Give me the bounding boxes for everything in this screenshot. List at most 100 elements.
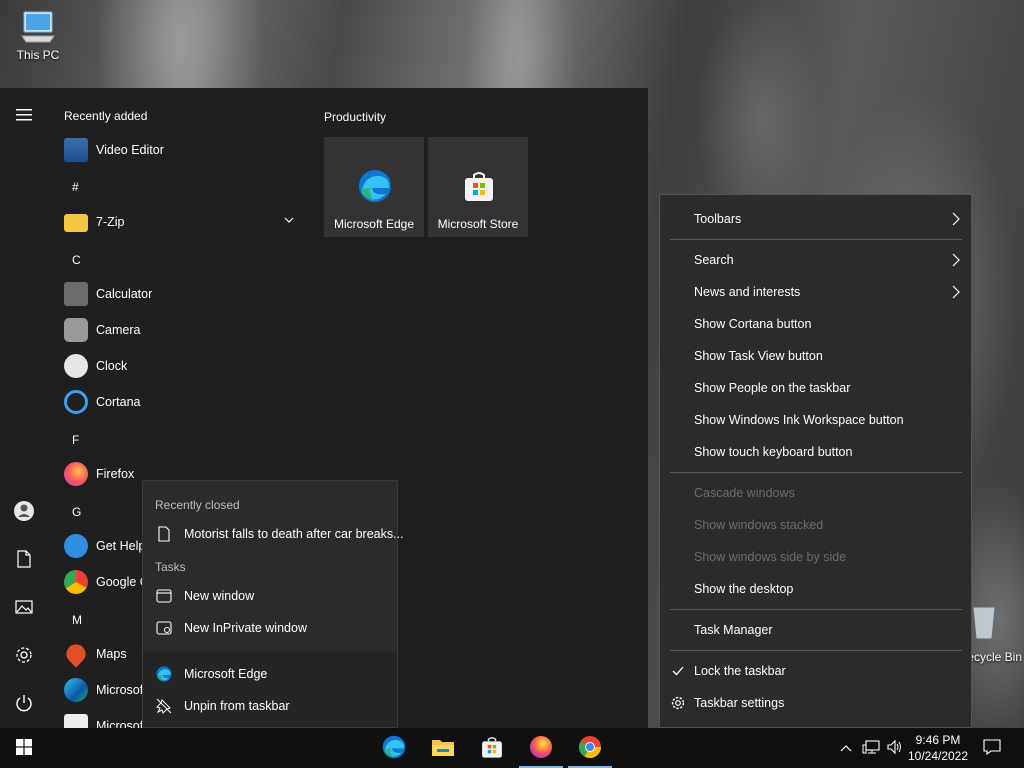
menu-label: Show Task View button	[694, 349, 823, 363]
firefox-icon	[64, 462, 88, 486]
unpin-item[interactable]: Unpin from taskbar	[143, 691, 399, 721]
taskbar-firefox[interactable]	[517, 728, 565, 768]
start-button[interactable]	[0, 728, 48, 768]
recent-item[interactable]: Motorist falls to death after car breaks…	[143, 519, 404, 549]
menu-show-cortana[interactable]: Show Cortana button	[660, 309, 971, 339]
menu-label: Cascade windows	[694, 486, 795, 500]
tile-microsoft-edge[interactable]: Microsoft Edge	[324, 137, 424, 237]
chevron-right-icon	[951, 211, 961, 230]
menu-taskbar-settings[interactable]: Taskbar settings	[660, 688, 971, 718]
letter-header[interactable]: #	[72, 180, 79, 194]
expand-button[interactable]	[0, 96, 48, 136]
menu-show-ink-workspace[interactable]: Show Windows Ink Workspace button	[660, 405, 971, 435]
app-calculator[interactable]: Calculator	[64, 278, 310, 310]
calculator-icon	[64, 282, 88, 306]
letter-header[interactable]: M	[72, 613, 82, 627]
user-icon	[13, 500, 35, 525]
app-clock[interactable]: Clock	[64, 350, 310, 382]
tiles-group-title[interactable]: Productivity	[324, 110, 386, 124]
edge-icon	[382, 735, 406, 762]
menu-show-desktop[interactable]: Show the desktop	[660, 574, 971, 604]
app-cortana[interactable]: Cortana	[64, 386, 310, 418]
menu-news-and-interests[interactable]: News and interests	[660, 277, 971, 307]
app-label: Calculator	[96, 287, 153, 301]
letter-header[interactable]: C	[72, 253, 81, 267]
menu-label: Show touch keyboard button	[694, 445, 853, 459]
get-help-icon	[64, 534, 88, 558]
menu-label: Search	[694, 253, 734, 267]
menu-label: Show People on the taskbar	[694, 381, 851, 395]
open-edge-item[interactable]: Microsoft Edge	[143, 659, 399, 689]
app-label: Firefox	[96, 467, 135, 481]
app-label: Clock	[96, 359, 128, 373]
menu-separator	[670, 650, 962, 651]
menu-label: Show the desktop	[694, 582, 794, 596]
menu-label: Taskbar settings	[694, 696, 785, 710]
account-button[interactable]	[0, 492, 48, 532]
menu-separator	[670, 239, 962, 240]
app-label: Maps	[96, 647, 127, 661]
new-window-item[interactable]: New window	[143, 581, 399, 611]
app-camera[interactable]: Camera	[64, 314, 310, 346]
app-label: Google C	[96, 575, 149, 589]
chevron-right-icon	[951, 252, 961, 271]
menu-task-manager[interactable]: Task Manager	[660, 615, 971, 645]
menu-show-people[interactable]: Show People on the taskbar	[660, 373, 971, 403]
inprivate-icon	[155, 619, 173, 637]
chrome-icon	[578, 735, 602, 762]
taskbar-file-explorer[interactable]	[419, 728, 467, 768]
tile-microsoft-store[interactable]: Microsoft Store	[428, 137, 528, 237]
recently-closed-header: Recently closed	[155, 498, 240, 512]
letter-header[interactable]: F	[72, 433, 79, 447]
menu-show-touch-keyboard[interactable]: Show touch keyboard button	[660, 437, 971, 467]
chevron-right-icon	[951, 284, 961, 303]
desktop-icon-this-pc[interactable]: This PC	[8, 10, 68, 62]
menu-label: Show windows side by side	[694, 550, 847, 564]
chevron-down-icon	[284, 214, 294, 228]
app-label: 7-Zip	[96, 215, 125, 229]
menu-label: Show windows stacked	[694, 518, 824, 532]
chevron-up-icon	[840, 741, 852, 755]
menu-search[interactable]: Search	[660, 245, 971, 275]
tile-label: Microsoft Store	[437, 217, 519, 231]
menu-label: Toolbars	[694, 212, 742, 226]
menu-toolbars[interactable]: Toolbars	[660, 204, 971, 234]
checkmark-icon	[670, 663, 686, 679]
page-icon	[155, 525, 173, 543]
menu-label: Lock the taskbar	[694, 664, 786, 678]
letter-header[interactable]: G	[72, 505, 81, 519]
taskbar-edge[interactable]	[370, 728, 418, 768]
menu-lock-taskbar[interactable]: Lock the taskbar	[660, 656, 971, 686]
taskbar-chrome[interactable]	[566, 728, 614, 768]
video-editor-icon	[64, 138, 88, 162]
app-video-editor[interactable]: Video Editor	[64, 134, 310, 166]
menu-label: Task Manager	[694, 623, 773, 637]
network-button[interactable]	[860, 728, 882, 768]
open-edge-label: Microsoft Edge	[184, 667, 268, 681]
store-icon	[462, 169, 496, 203]
window-icon	[155, 587, 173, 605]
documents-button[interactable]	[0, 540, 48, 580]
taskbar-store[interactable]	[468, 728, 516, 768]
store-icon	[64, 714, 88, 728]
cortana-icon	[64, 390, 88, 414]
gear-icon	[15, 646, 33, 667]
action-center-button[interactable]	[978, 728, 1006, 768]
new-inprivate-item[interactable]: New InPrivate window	[143, 613, 399, 643]
gear-icon	[670, 695, 686, 711]
taskbar-clock[interactable]: 9:46 PM 10/24/2022	[906, 732, 970, 764]
app-7zip-folder[interactable]: 7-Zip	[64, 206, 310, 238]
start-rail	[0, 88, 48, 728]
volume-button[interactable]	[884, 728, 906, 768]
new-window-label: New window	[184, 589, 255, 603]
menu-show-task-view[interactable]: Show Task View button	[660, 341, 971, 371]
pictures-button[interactable]	[0, 588, 48, 628]
show-hidden-icons-button[interactable]	[836, 728, 856, 768]
folder-icon	[431, 737, 455, 760]
power-button[interactable]	[0, 684, 48, 724]
store-icon	[480, 735, 504, 762]
settings-button[interactable]	[0, 636, 48, 676]
taskbar: 9:46 PM 10/24/2022	[0, 728, 1024, 768]
app-label: Cortana	[96, 395, 141, 409]
folder-icon	[64, 214, 88, 232]
